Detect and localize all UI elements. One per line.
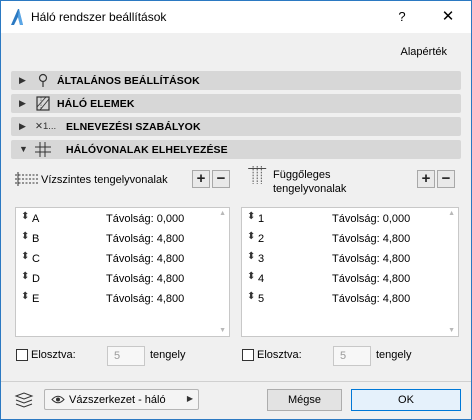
vertical-unit-label: tengely: [376, 349, 412, 361]
axis-distance: Távolság: 4,800: [106, 253, 185, 265]
grid-system-settings-dialog: Háló rendszer beállítások ? ✕ Alapérték …: [0, 0, 472, 420]
axis-distance: Távolság: 4,800: [332, 273, 411, 285]
reorder-handle-icon[interactable]: ⬍: [247, 271, 255, 282]
reorder-handle-icon[interactable]: ⬍: [247, 211, 255, 222]
scroll-up-icon[interactable]: ▲: [219, 210, 226, 217]
reorder-handle-icon[interactable]: ⬍: [247, 231, 255, 242]
axis-distance: Távolság: 0,000: [332, 213, 411, 225]
view-selector-dropdown[interactable]: Vázszerkezet - háló ▶: [44, 389, 199, 410]
scroll-down-icon[interactable]: ▼: [448, 327, 455, 334]
cancel-button[interactable]: Mégse: [267, 389, 342, 411]
axis-name: E: [32, 293, 40, 305]
window-title: Háló rendszer beállítások: [31, 10, 167, 24]
reorder-handle-icon[interactable]: ⬍: [21, 211, 29, 222]
expand-arrow-icon: ▶: [19, 75, 26, 85]
layers-icon[interactable]: [14, 392, 34, 408]
section-label: ÁLTALÁNOS BEÁLLÍTÁSOK: [57, 75, 200, 87]
list-item[interactable]: ⬍ D Távolság: 4,800: [16, 270, 229, 288]
axis-name: 1: [258, 213, 265, 225]
reorder-handle-icon[interactable]: ⬍: [247, 291, 255, 302]
vertical-axis-title-line1: Függőleges: [273, 169, 331, 181]
expand-arrow-icon: ▶: [19, 121, 26, 131]
axis-distance: Távolság: 4,800: [332, 253, 411, 265]
list-item[interactable]: ⬍ A Távolság: 0,000: [16, 210, 229, 228]
vertical-distribute-checkbox[interactable]: [242, 349, 254, 361]
title-bar: Háló rendszer beállítások ? ✕: [1, 1, 471, 33]
naming-icon: ✕1...: [35, 121, 57, 132]
axis-distance: Távolság: 0,000: [106, 213, 185, 225]
footer-separator: [1, 381, 471, 382]
reorder-handle-icon[interactable]: ⬍: [247, 251, 255, 262]
reorder-handle-icon[interactable]: ⬍: [21, 251, 29, 262]
horizontal-grid-lines-icon: [15, 172, 39, 186]
list-item[interactable]: ⬍ B Távolság: 4,800: [16, 230, 229, 248]
reorder-handle-icon[interactable]: ⬍: [21, 271, 29, 282]
dropdown-arrow-icon: ▶: [186, 394, 193, 403]
axis-name: B: [32, 233, 40, 245]
horizontal-distribute-label: Elosztva:: [31, 349, 76, 361]
grid-lines-icon: [35, 142, 51, 157]
axis-distance: Távolság: 4,800: [332, 293, 411, 305]
section-grid-lines-placement[interactable]: ▼ HÁLÓVONALAK ELHELYEZÉSE: [11, 140, 461, 159]
horizontal-count-field[interactable]: 5: [107, 346, 145, 366]
axis-name: 3: [258, 253, 265, 265]
help-button[interactable]: ?: [379, 1, 425, 33]
axis-distance: Távolság: 4,800: [106, 273, 185, 285]
scroll-up-icon[interactable]: ▲: [448, 210, 455, 217]
axis-name: A: [32, 213, 40, 225]
collapse-arrow-icon: ▼: [19, 144, 28, 154]
vertical-axis-title-line2: tengelyvonalak: [273, 183, 347, 195]
vertical-count-field[interactable]: 5: [333, 346, 371, 366]
horizontal-axis-title: Vízszintes tengelyvonalak: [41, 174, 168, 186]
list-item[interactable]: ⬍ 1 Távolság: 0,000: [242, 210, 455, 228]
vertical-distribute-label: Elosztva:: [257, 349, 302, 361]
axis-name: D: [32, 273, 40, 285]
close-button[interactable]: ✕: [425, 1, 471, 33]
list-item[interactable]: ⬍ 4 Távolság: 4,800: [242, 270, 455, 288]
vertical-grid-lines-icon: [248, 166, 267, 184]
horizontal-unit-label: tengely: [150, 349, 186, 361]
section-naming-rules[interactable]: ▶ ✕1... ELNEVEZÉSI SZABÁLYOK: [11, 117, 461, 136]
axis-name: 2: [258, 233, 265, 245]
section-label: ELNEVEZÉSI SZABÁLYOK: [66, 121, 201, 133]
list-item[interactable]: ⬍ C Távolság: 4,800: [16, 250, 229, 268]
axis-name: 4: [258, 273, 265, 285]
axis-name: 5: [258, 293, 265, 305]
axis-distance: Távolság: 4,800: [106, 233, 185, 245]
ok-button[interactable]: OK: [351, 389, 461, 411]
list-item[interactable]: ⬍ 2 Távolság: 4,800: [242, 230, 455, 248]
section-general-settings[interactable]: ▶ ÁLTALÁNOS BEÁLLÍTÁSOK: [11, 71, 461, 90]
add-vertical-axis-button[interactable]: +: [417, 170, 435, 188]
expand-arrow-icon: ▶: [19, 98, 26, 108]
location-pin-icon: [38, 73, 48, 87]
list-item[interactable]: ⬍ 3 Távolság: 4,800: [242, 250, 455, 268]
list-item[interactable]: ⬍ E Távolság: 4,800: [16, 290, 229, 308]
vertical-axis-list[interactable]: ⬍ 1 Távolság: 0,000 ⬍ 2 Távolság: 4,800 …: [241, 207, 459, 337]
archicad-logo-icon: [11, 9, 23, 25]
section-grid-elements[interactable]: ▶ HÁLÓ ELEMEK: [11, 94, 461, 113]
reorder-handle-icon[interactable]: ⬍: [21, 291, 29, 302]
horizontal-axis-list[interactable]: ⬍ A Távolság: 0,000 ⬍ B Távolság: 4,800 …: [15, 207, 230, 337]
horizontal-distribute-checkbox[interactable]: [16, 349, 28, 361]
axis-name: C: [32, 253, 40, 265]
scroll-down-icon[interactable]: ▼: [219, 327, 226, 334]
add-horizontal-axis-button[interactable]: +: [192, 170, 210, 188]
grid-element-icon: [36, 96, 50, 111]
view-selector-value: Vázszerkezet - háló: [69, 394, 166, 406]
remove-horizontal-axis-button[interactable]: −: [212, 170, 230, 188]
section-label: HÁLÓ ELEMEK: [57, 98, 135, 110]
reorder-handle-icon[interactable]: ⬍: [21, 231, 29, 242]
eye-icon: [51, 395, 65, 404]
section-label: HÁLÓVONALAK ELHELYEZÉSE: [66, 144, 228, 156]
remove-vertical-axis-button[interactable]: −: [437, 170, 455, 188]
axis-distance: Távolság: 4,800: [332, 233, 411, 245]
list-item[interactable]: ⬍ 5 Távolság: 4,800: [242, 290, 455, 308]
axis-distance: Távolság: 4,800: [106, 293, 185, 305]
defaults-link[interactable]: Alapérték: [401, 46, 447, 58]
